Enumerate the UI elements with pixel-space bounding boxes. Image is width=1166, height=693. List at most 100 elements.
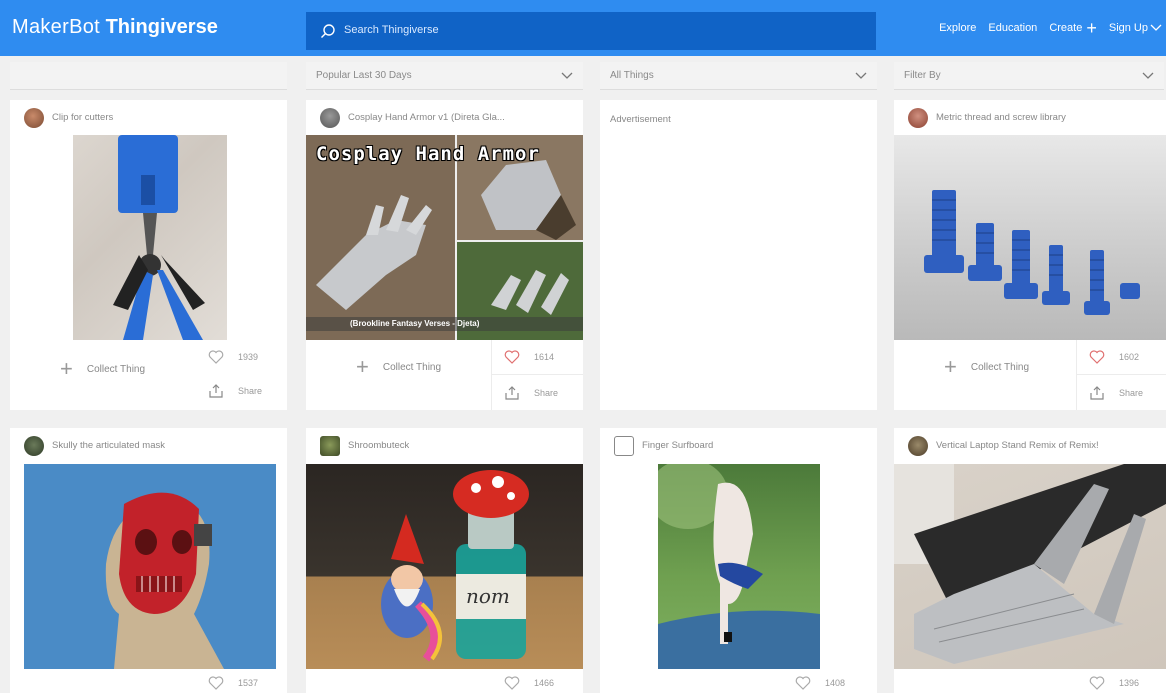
card-title[interactable]: Shroombuteck <box>348 440 409 451</box>
thing-thumbnail[interactable] <box>894 135 1166 340</box>
plus-icon: + <box>356 354 369 379</box>
avatar[interactable] <box>908 108 928 128</box>
logo-thingiverse: Thingiverse <box>105 16 218 38</box>
bottle-label-text: nom <box>466 584 510 608</box>
filter-dropdown-value: Filter By <box>904 70 941 81</box>
thing-card[interactable]: Skully the articulated mask 1537 <box>10 428 287 693</box>
header-nav: Explore Education Create + Sign Up <box>939 18 1162 38</box>
sort-dropdown-value: Popular Last 30 Days <box>316 70 412 81</box>
like-button[interactable]: 1396 <box>1089 676 1139 690</box>
collect-label: Collect Thing <box>86 363 146 375</box>
collect-button[interactable]: + Collect Thing <box>356 356 441 378</box>
thing-card[interactable]: Cosplay Hand Armor v1 (Direta Gla... Cos… <box>306 100 583 410</box>
skull-mask-image <box>105 492 224 669</box>
thing-thumbnail[interactable] <box>73 135 227 340</box>
avatar[interactable] <box>908 436 928 456</box>
share-label: Share <box>534 388 559 398</box>
avatar[interactable] <box>320 108 340 128</box>
collect-button[interactable]: + Collect Thing <box>60 358 145 380</box>
like-button[interactable]: 1939 <box>208 350 258 364</box>
avatar[interactable] <box>614 436 634 456</box>
like-button[interactable]: 1466 <box>504 676 554 690</box>
share-icon <box>1090 386 1104 400</box>
cutter-clip-image <box>113 135 205 340</box>
like-button[interactable]: 1614 <box>504 350 554 364</box>
advertisement-label: Advertisement <box>610 114 671 125</box>
like-count: 1537 <box>238 678 259 688</box>
card-header: Finger Surfboard <box>600 428 877 464</box>
card-title[interactable]: Clip for cutters <box>52 112 113 123</box>
avatar[interactable] <box>24 108 44 128</box>
share-icon <box>209 384 223 398</box>
card-header: Shroombuteck <box>306 428 583 464</box>
laptop-stand-image <box>894 464 1166 664</box>
logo-makerbot: MakerBot <box>12 16 100 38</box>
heart-icon <box>208 676 224 690</box>
share-label: Share <box>1119 388 1144 398</box>
share-button[interactable]: Share <box>208 384 262 398</box>
thing-thumbnail[interactable]: Cosplay Hand Armor (Brookline Fantasy Ve… <box>306 135 583 340</box>
card-header: Clip for cutters <box>10 100 287 136</box>
share-icon <box>505 386 519 400</box>
card-header: Metric thread and screw library <box>894 100 1166 136</box>
nav-signup-label: Sign Up <box>1108 22 1148 34</box>
like-count: 1602 <box>1119 352 1140 362</box>
card-title[interactable]: Vertical Laptop Stand Remix of Remix! <box>936 440 1099 451</box>
search-placeholder: Search Thingiverse <box>344 24 439 36</box>
filter-dropdown[interactable]: Filter By <box>894 62 1164 90</box>
thing-thumbnail[interactable] <box>24 464 276 669</box>
card-header: Vertical Laptop Stand Remix of Remix! <box>894 428 1166 464</box>
advertisement-card: Advertisement <box>600 100 877 410</box>
thing-card[interactable]: Vertical Laptop Stand Remix of Remix! 13… <box>894 428 1166 693</box>
finger-surfboard-image <box>658 464 820 669</box>
chevron-down-icon <box>855 72 867 79</box>
share-button[interactable]: Share <box>1089 386 1143 400</box>
heart-icon <box>1089 676 1105 690</box>
image-overlay-title: Cosplay Hand Armor <box>316 143 540 165</box>
chevron-down-icon <box>1150 24 1162 31</box>
gnome-bottle-image <box>381 470 529 662</box>
card-title[interactable]: Cosplay Hand Armor v1 (Direta Gla... <box>348 112 505 123</box>
like-button[interactable]: 1602 <box>1089 350 1139 364</box>
thing-card[interactable]: Finger Surfboard 1408 <box>600 428 877 693</box>
type-dropdown[interactable]: All Things <box>600 62 877 90</box>
like-button[interactable]: 1408 <box>795 676 845 690</box>
card-title[interactable]: Metric thread and screw library <box>936 112 1066 123</box>
like-count: 1408 <box>825 678 846 688</box>
card-footer: + Collect Thing 1939 Share <box>10 342 287 410</box>
thing-thumbnail[interactable] <box>658 464 820 669</box>
search-bar[interactable]: Search Thingiverse <box>306 12 876 50</box>
heart-icon <box>1089 350 1105 364</box>
card-footer: + Collect Thing 1602 Share <box>894 340 1166 410</box>
plus-icon: + <box>60 356 73 381</box>
like-count: 1939 <box>238 352 259 362</box>
nav-education[interactable]: Education <box>988 22 1037 34</box>
like-count: 1466 <box>534 678 555 688</box>
thing-card[interactable]: Clip for cutters + Collect Thing 1939 Sh… <box>10 100 287 410</box>
share-button[interactable]: Share <box>504 386 558 400</box>
footer-divider <box>1076 374 1166 375</box>
thing-card[interactable]: Shroombuteck nom 1466 <box>306 428 583 693</box>
collect-button[interactable]: + Collect Thing <box>944 356 1029 378</box>
nav-create[interactable]: Create + <box>1049 18 1097 38</box>
sort-dropdown[interactable]: Popular Last 30 Days <box>306 62 583 90</box>
plus-icon: + <box>944 354 957 379</box>
thing-thumbnail[interactable] <box>894 464 1166 669</box>
card-title[interactable]: Skully the articulated mask <box>52 440 165 451</box>
card-header: Cosplay Hand Armor v1 (Direta Gla... <box>306 100 583 136</box>
hand-armor-image <box>306 135 583 340</box>
thing-thumbnail[interactable]: nom <box>306 464 583 669</box>
nav-explore[interactable]: Explore <box>939 22 976 34</box>
makerbot-thingiverse-logo[interactable]: MakerBot Thingiverse <box>12 16 218 39</box>
thing-card[interactable]: Metric thread and screw library + Collec… <box>894 100 1166 410</box>
avatar[interactable] <box>320 436 340 456</box>
filter-empty <box>10 62 287 90</box>
type-dropdown-value: All Things <box>610 70 654 81</box>
nav-signup[interactable]: Sign Up <box>1109 22 1162 34</box>
top-header: MakerBot Thingiverse Search Thingiverse … <box>0 0 1166 56</box>
avatar[interactable] <box>24 436 44 456</box>
card-title[interactable]: Finger Surfboard <box>642 440 713 451</box>
like-button[interactable]: 1537 <box>208 676 258 690</box>
plus-icon: + <box>1086 18 1097 38</box>
chevron-down-icon <box>561 72 573 79</box>
